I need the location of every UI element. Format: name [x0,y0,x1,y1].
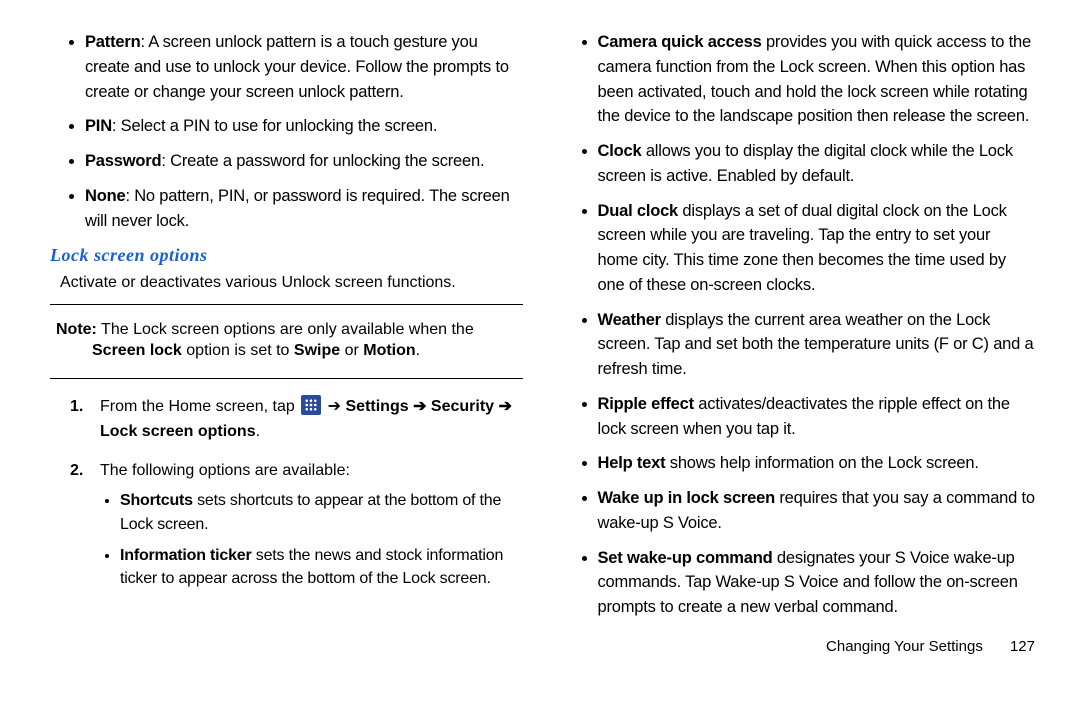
option-item: Camera quick access provides you with qu… [598,30,1036,129]
step-item: The following options are available: Sho… [50,459,523,591]
note-term: Screen lock [92,342,182,359]
lock-type-item: PIN: Select a PIN to use for unlocking t… [85,114,523,139]
lock-type-desc: : No pattern, PIN, or password is requir… [85,187,510,230]
lock-type-item: Pattern: A screen unlock pattern is a to… [85,30,523,104]
lock-type-item: Password: Create a password for unlockin… [85,149,523,174]
step2-sublist: Shortcuts sets shortcuts to appear at th… [100,489,523,590]
option-term: Weather [598,311,661,329]
option-term: Clock [598,142,642,160]
options-list: Camera quick access provides you with qu… [563,30,1036,620]
lock-type-term: Pattern [85,33,140,51]
option-item: Weather displays the current area weathe… [598,308,1036,382]
note-term: Motion [363,342,415,359]
footer-page-number: 127 [987,638,1035,655]
note-box: Note: The Lock screen options are only a… [50,311,523,372]
option-item: Set wake-up command designates your S Vo… [598,546,1036,620]
lock-type-desc: : Select a PIN to use for unlocking the … [112,117,437,135]
step-text: ➔ [328,398,346,415]
option-item: Clock allows you to display the digital … [598,139,1036,189]
option-term: Information ticker [120,547,252,564]
page-footer: Changing Your Settings 127 [563,638,1036,655]
option-term: Shortcuts [120,492,193,509]
lock-type-desc: : Create a password for unlocking the sc… [161,152,484,170]
option-term: Camera quick access [598,33,762,51]
step-text: From the Home screen, tap [100,398,299,415]
note-mid: option is set to [182,342,294,359]
lock-type-desc: : A screen unlock pattern is a touch ges… [85,33,509,101]
lock-type-term: Password [85,152,161,170]
step-item: From the Home screen, tap ➔ Settings ➔ S… [50,395,523,445]
option-item: Ripple effect activates/deactivates the … [598,392,1036,442]
apps-grid-icon [301,395,321,415]
option-desc: displays the current area weather on the… [598,311,1034,379]
option-item: Dual clock displays a set of dual digita… [598,199,1036,298]
step-end: . [256,423,260,440]
option-term: Dual clock [598,202,679,220]
right-column: Camera quick access provides you with qu… [563,30,1036,690]
footer-chapter: Changing Your Settings [826,638,983,655]
option-term: Set wake-up command [598,549,773,567]
lock-type-term: PIN [85,117,112,135]
option-desc: shows help information on the Lock scree… [665,454,978,472]
lock-type-list: Pattern: A screen unlock pattern is a to… [50,30,523,233]
note-lead: Note: [56,321,97,338]
option-item: Wake up in lock screen requires that you… [598,486,1036,536]
note-bottom-rule [50,378,523,379]
note-top-rule [50,304,523,305]
step-text: The following options are available: [100,462,350,479]
page: Pattern: A screen unlock pattern is a to… [0,0,1080,720]
left-column: Pattern: A screen unlock pattern is a to… [50,30,523,690]
lock-type-item: None: No pattern, PIN, or password is re… [85,184,523,234]
option-term: Ripple effect [598,395,694,413]
option-item: Information ticker sets the news and sto… [120,544,523,590]
section-heading: Lock screen options [50,245,523,266]
steps-list: From the Home screen, tap ➔ Settings ➔ S… [50,395,523,590]
option-item: Help text shows help information on the … [598,451,1036,476]
note-text: The Lock screen options are only availab… [97,321,474,338]
option-term: Wake up in lock screen [598,489,775,507]
lock-type-term: None [85,187,125,205]
option-term: Help text [598,454,666,472]
note-or: or [340,342,363,359]
section-intro: Activate or deactivates various Unlock s… [60,272,523,294]
note-term: Swipe [294,342,340,359]
option-desc: allows you to display the digital clock … [598,142,1013,185]
option-item: Shortcuts sets shortcuts to appear at th… [120,489,523,535]
